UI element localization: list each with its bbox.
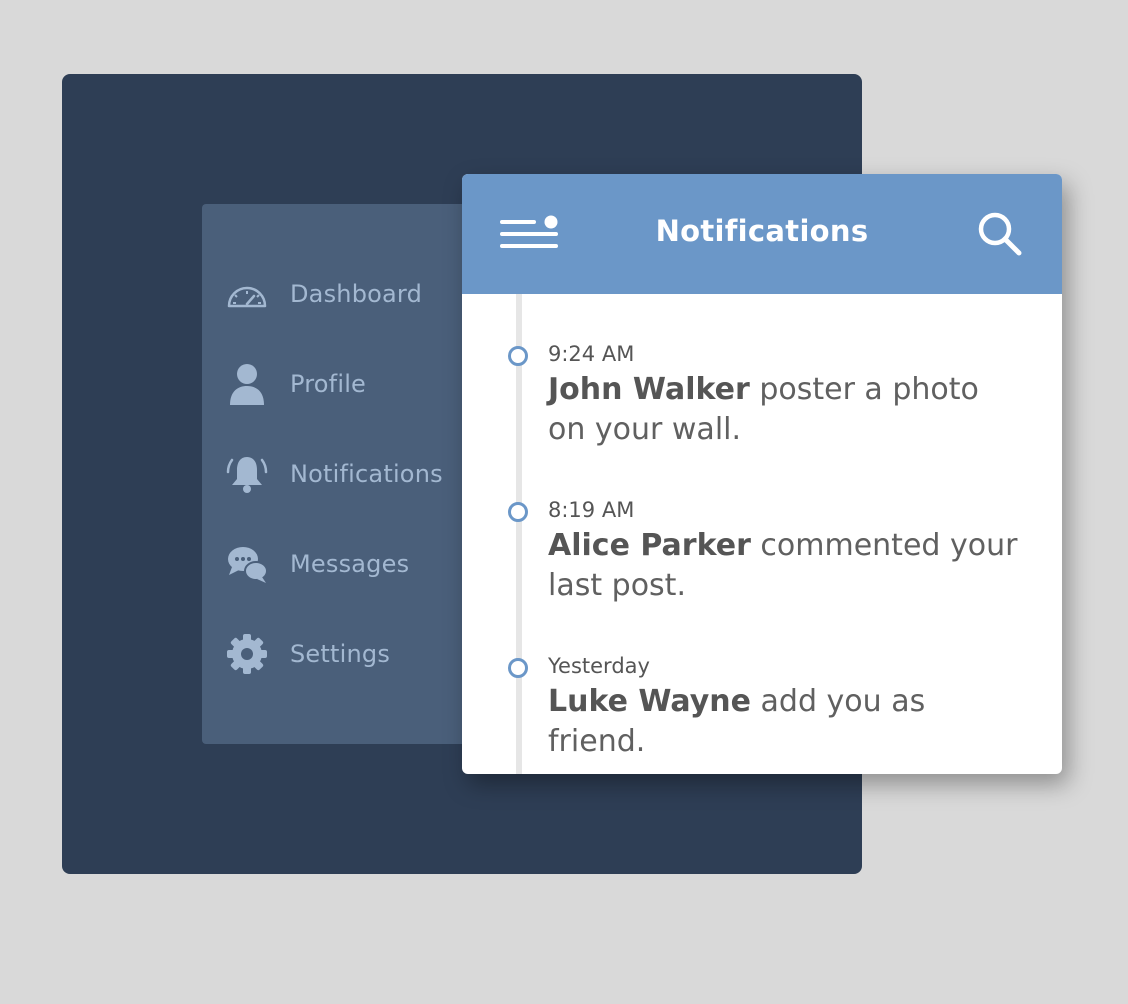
timeline-dot [508,346,528,366]
sidebar-item-messages[interactable]: Messages [226,539,486,589]
bell-icon [226,453,268,495]
sidebar-menu: Dashboard Profile Notifications Messages… [202,204,502,744]
notification-user-name[interactable]: Luke Wayne [548,684,751,719]
timeline-dot [508,658,528,678]
notification-user-name[interactable]: John Walker [548,372,750,407]
timeline-line [516,294,522,774]
speedometer-icon [226,273,268,315]
notification-message: John Walker poster a photo on your wall. [548,370,1018,450]
sidebar-item-label: Dashboard [290,280,423,308]
notification-message: Alice Parker commented your last post. [548,526,1018,606]
notification-message: Luke Wayne add you as friend. [548,682,1018,762]
sidebar-item-notifications[interactable]: Notifications [226,449,486,499]
sidebar-item-label: Profile [290,370,367,398]
notification-time: 9:24 AM [548,342,635,366]
search-icon [978,212,1022,256]
sidebar-item-label: Settings [290,640,391,668]
notifications-header: Notifications [462,174,1062,294]
sidebar-item-label: Messages [290,550,410,578]
timeline-dot [508,502,528,522]
notification-time: 8:19 AM [548,498,635,522]
search-button[interactable] [976,210,1024,258]
page-title: Notifications [655,214,869,248]
user-icon [226,363,268,405]
sidebar-item-settings[interactable]: Settings [226,629,486,679]
notifications-panel: Notifications 9:24 AM John Walker poster… [462,174,1062,774]
sidebar-item-label: Notifications [290,460,443,488]
notification-user-name[interactable]: Alice Parker [548,528,751,563]
sidebar-item-profile[interactable]: Profile [226,359,486,409]
chat-bubbles-icon [226,543,268,585]
sidebar-item-dashboard[interactable]: Dashboard [226,269,486,319]
notification-time: Yesterday [548,654,650,678]
gear-icon [226,633,268,675]
